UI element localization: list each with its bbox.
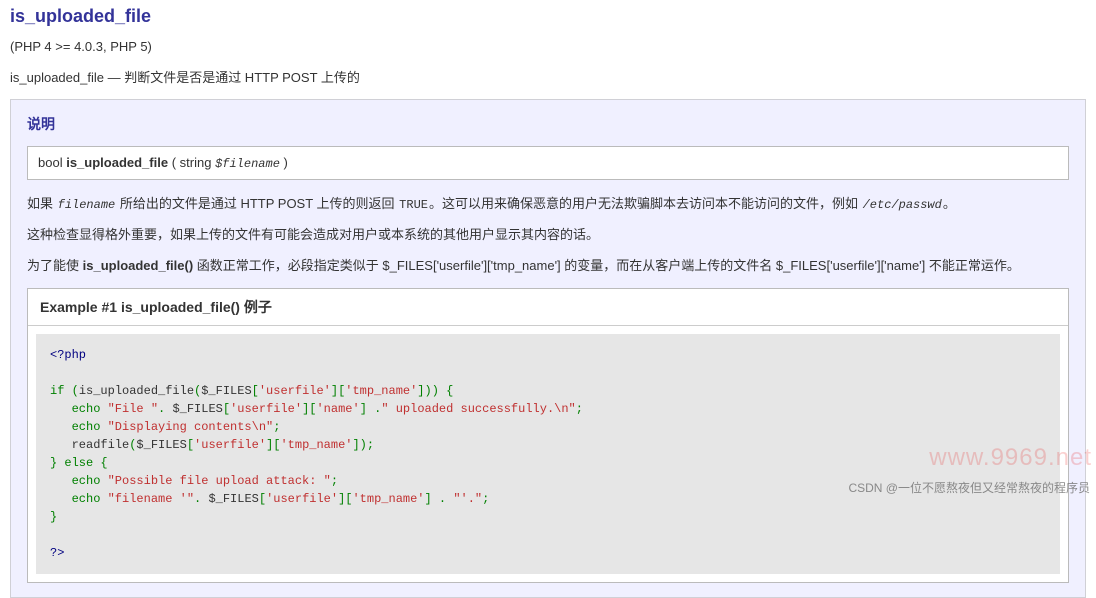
literal-etc-passwd: /etc/passwd xyxy=(862,198,943,212)
description-section: 说明 bool is_uploaded_file ( string $filen… xyxy=(10,99,1086,598)
return-type: bool xyxy=(38,155,63,170)
para-2: 这种检查显得格外重要，如果上传的文件有可能会造成对用户或本系统的其他用户显示其内… xyxy=(27,225,1069,246)
param-variable: $filename xyxy=(215,157,280,171)
section-heading: 说明 xyxy=(27,114,1069,134)
method-name: is_uploaded_file xyxy=(66,155,168,170)
method-synopsis: bool is_uploaded_file ( string $filename… xyxy=(27,146,1069,180)
ref-purpose: is_uploaded_file — 判断文件是否是通过 HTTP POST 上… xyxy=(10,68,1086,89)
paren-close: ) xyxy=(284,155,288,170)
example-code: <?php if (is_uploaded_file($_FILES['user… xyxy=(36,334,1060,574)
literal-true: TRUE xyxy=(398,198,429,212)
literal-filename: filename xyxy=(57,198,117,212)
example-box: Example #1 is_uploaded_file() 例子 <?php i… xyxy=(27,288,1069,583)
bold-fn-name: is_uploaded_file() xyxy=(83,258,194,273)
paren-open: ( xyxy=(172,155,180,170)
para-1: 如果 filename 所给出的文件是通过 HTTP POST 上传的则返回 T… xyxy=(27,194,1069,215)
param-type: string xyxy=(180,155,212,170)
example-title: Example #1 is_uploaded_file() 例子 xyxy=(28,289,1068,326)
page-title: is_uploaded_file xyxy=(10,6,1086,27)
para-3: 为了能使 is_uploaded_file() 函数正常工作，必段指定类似于 $… xyxy=(27,256,1069,277)
example-fn: is_uploaded_file() xyxy=(121,299,240,315)
version-info: (PHP 4 >= 4.0.3, PHP 5) xyxy=(10,37,1086,58)
